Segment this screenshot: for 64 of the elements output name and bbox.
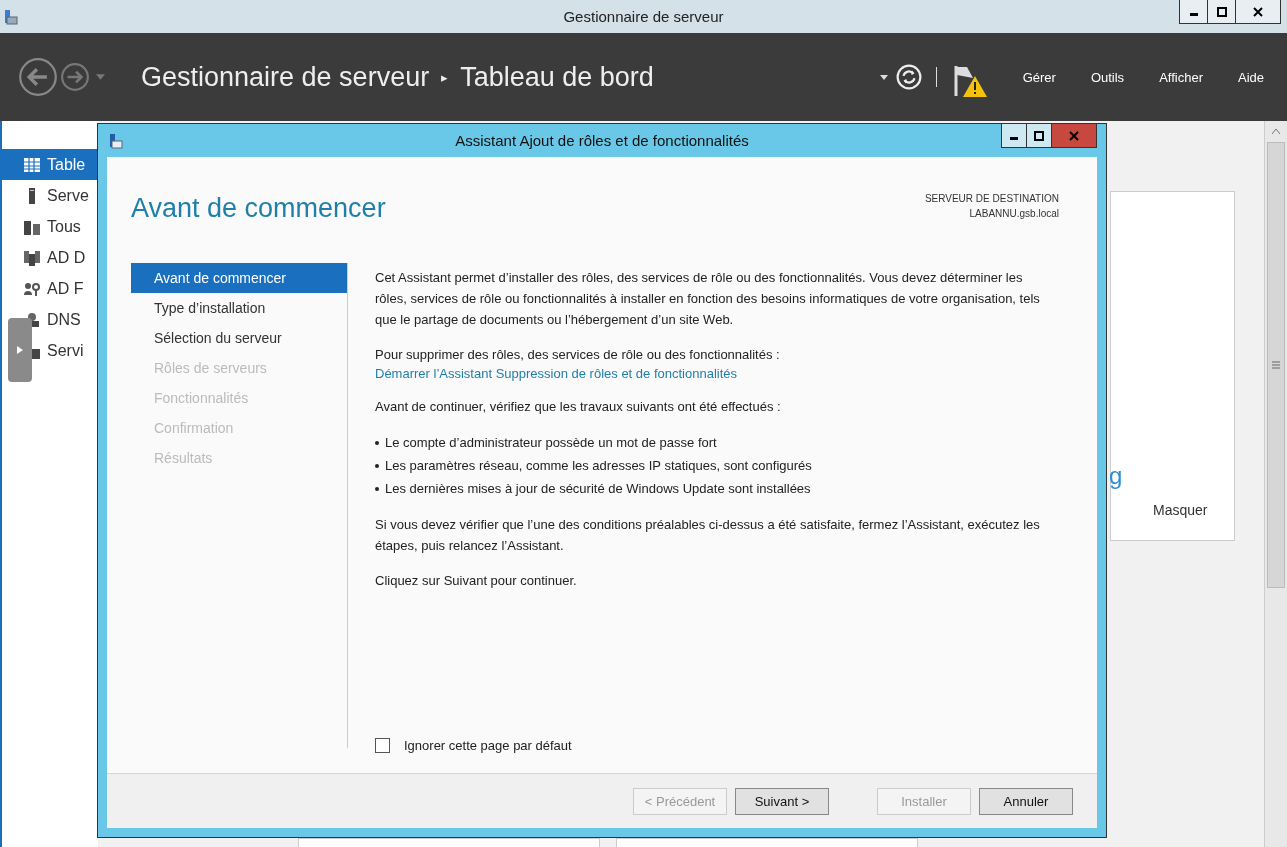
window-title: Gestionnaire de serveur <box>563 8 724 25</box>
breadcrumb-item[interactable]: Gestionnaire de serveur <box>141 61 430 93</box>
wizard-button[interactable]: Suivant > <box>735 787 829 815</box>
page-heading: Avant de commencer <box>131 193 386 225</box>
paragraph: Avant de continuer, vérifiez que les travaux suivants ont été effectués : <box>375 398 782 416</box>
expand-arrow-icon <box>17 346 23 354</box>
bullet-icon <box>375 486 379 491</box>
card-heading: g <box>1109 462 1123 490</box>
user-key-icon <box>24 280 40 297</box>
sidebar-item[interactable]: Tous <box>2 211 98 242</box>
maximize-button[interactable] <box>1026 124 1052 148</box>
maximize-button[interactable] <box>1207 0 1236 24</box>
checkbox-label[interactable]: Ignorer cette page par défaut <box>404 738 572 753</box>
app-icon <box>4 8 18 25</box>
menu-item[interactable]: Aide <box>1215 69 1277 85</box>
breadcrumb-item: Tableau de bord <box>460 61 654 93</box>
menu-item[interactable]: Gérer <box>1000 69 1069 85</box>
wizard-step[interactable]: Avant de commencer <box>131 263 347 293</box>
minimize-icon <box>1010 137 1018 140</box>
sidebar-item[interactable]: Table <box>2 149 98 180</box>
sidebar-item[interactable]: AD D <box>2 242 98 273</box>
forward-button[interactable] <box>60 62 90 92</box>
close-button[interactable] <box>1235 0 1281 24</box>
paragraph: Pour supprimer des rôles, des services de rôle ou des fonctionnalités : <box>375 346 781 364</box>
wizard-step[interactable]: Sélection du serveur <box>131 323 347 353</box>
maximize-icon <box>1216 6 1227 17</box>
scrollbar-thumb[interactable] <box>1267 142 1285 588</box>
flag-warning-icon[interactable] <box>952 64 989 98</box>
list-item: Les paramètres réseau, comme les adresses IP statiques, sont configurés <box>385 457 812 475</box>
destination-label: SERVEUR DE DESTINATION <box>924 193 1059 204</box>
sidebar-item[interactable]: AD F <box>2 273 98 304</box>
server-icon <box>24 218 40 235</box>
dropdown-caret-icon[interactable] <box>879 74 888 80</box>
app-icon <box>109 132 123 149</box>
list-item: Le compte d’administrateur possède un mot de passe fort <box>385 434 717 452</box>
close-icon <box>1069 130 1079 141</box>
paragraph: Si vous devez vérifier que l’une des conditions préalables ci-dessus a été satisfaite, fermez l’Assistant, exécutez les étapes, puis relancez l’Assistant. <box>375 516 1040 555</box>
destination-server: LABANNU.gsb.local <box>969 208 1059 219</box>
maximize-icon <box>1034 130 1044 141</box>
bullet-icon <box>375 440 379 445</box>
close-icon <box>1253 6 1263 17</box>
back-button[interactable] <box>18 57 58 97</box>
breadcrumb-separator: ▸ <box>441 69 449 85</box>
dialog-title: Assistant Ajout de rôles et de fonctionnalités <box>455 132 749 149</box>
list-item: Les dernières mises à jour de sécurité de Windows Update sont installées <box>385 480 811 498</box>
refresh-icon[interactable] <box>895 64 922 90</box>
grid-icon <box>24 156 40 173</box>
checkbox[interactable] <box>375 738 390 753</box>
remove-roles-link[interactable]: Démarrer l’Assistant Suppression de rôles et de fonctionnalités <box>375 365 1040 382</box>
hide-link[interactable]: Masquer <box>1153 502 1208 518</box>
paragraph: Cet Assistant permet d’installer des rôles, des services de rôle ou des fonctionnalités. Vous devez déterminer les rôles, services de rôle ou fonctionnalités à installer en fonction des besoins informatiques de votre organisation, tels que le partage de documents ou l’hébergement d’un site Web. <box>375 269 1040 329</box>
wizard-step[interactable]: Type d’installation <box>131 293 347 323</box>
scrollbar[interactable] <box>1264 121 1287 847</box>
sidebar-item[interactable]: Serve <box>2 180 98 211</box>
scroll-up-icon[interactable] <box>1272 129 1280 134</box>
minimize-icon <box>1189 13 1198 16</box>
bullet-icon <box>375 463 379 468</box>
wizard-button[interactable]: Annuler <box>979 787 1073 815</box>
server-icon <box>24 249 40 266</box>
minimize-button[interactable] <box>1179 0 1208 24</box>
menu-item[interactable]: Outils <box>1068 69 1138 85</box>
paragraph: Cliquez sur Suivant pour continuer. <box>375 572 578 590</box>
menu-item[interactable]: Afficher <box>1137 69 1216 85</box>
minimize-button[interactable] <box>1001 124 1027 148</box>
